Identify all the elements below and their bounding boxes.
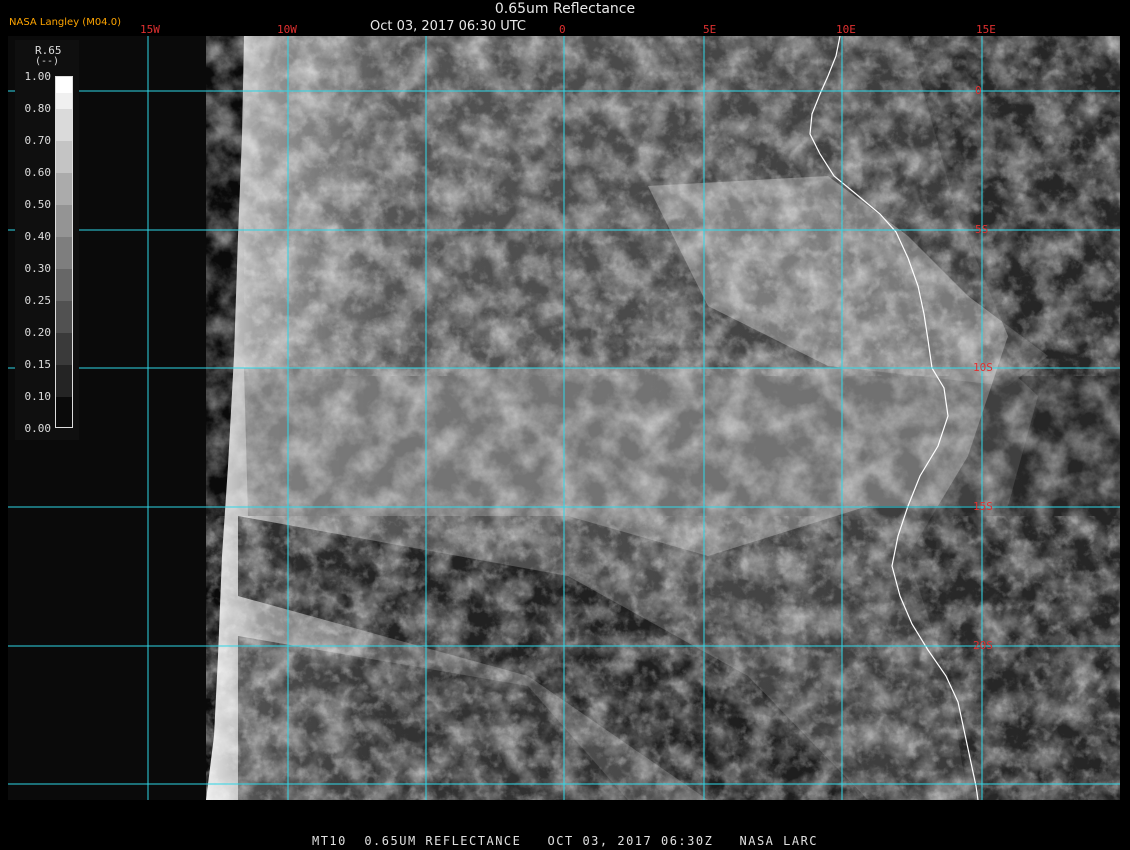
reflectance-legend: R.65 (--) 1.00 0.80 0.70 0.60 0.50 0.40 … xyxy=(15,40,79,440)
legend-tick: 0.80 xyxy=(24,102,52,115)
legend-tick: 0.50 xyxy=(24,198,52,211)
legend-colorbar xyxy=(55,76,73,428)
map-title: 0.65um Reflectance xyxy=(494,1,636,17)
footer-caption: MT10 0.65UM REFLECTANCE OCT 03, 2017 06:… xyxy=(311,834,819,848)
map-timestamp: Oct 03, 2017 06:30 UTC xyxy=(370,19,526,34)
agency-label: NASA Langley (M04.0) xyxy=(9,17,121,28)
legend-tick: 0.15 xyxy=(24,358,52,371)
legend-tick: 0.25 xyxy=(24,294,52,307)
legend-units: (--) xyxy=(35,56,60,67)
legend-tick: 0.30 xyxy=(24,262,52,275)
legend-tick: 0.00 xyxy=(24,422,52,435)
legend-tick: 0.20 xyxy=(24,326,52,339)
legend-tick: 0.70 xyxy=(24,134,52,147)
lat-label-5s: 5S xyxy=(975,223,989,236)
lat-label-0: 0 xyxy=(975,84,982,97)
lon-label-15e: 15E xyxy=(976,23,996,36)
lat-label-15s: 15S xyxy=(973,500,993,513)
legend-tick: 1.00 xyxy=(24,70,52,83)
lon-label-0: 0 xyxy=(559,23,566,36)
legend-tick: 0.10 xyxy=(24,390,52,403)
lon-label-10w: 10W xyxy=(277,23,297,36)
lon-label-15w: 15W xyxy=(140,23,160,36)
legend-tick: 0.60 xyxy=(24,166,52,179)
imagery-canvas xyxy=(8,36,1120,800)
lat-label-10s: 10S xyxy=(973,361,993,374)
lat-label-20s: 20S xyxy=(973,639,993,652)
satellite-imagery xyxy=(8,36,1120,800)
legend-tick: 0.40 xyxy=(24,230,52,243)
lon-label-10e: 10E xyxy=(836,23,856,36)
lon-label-5e: 5E xyxy=(703,23,717,36)
